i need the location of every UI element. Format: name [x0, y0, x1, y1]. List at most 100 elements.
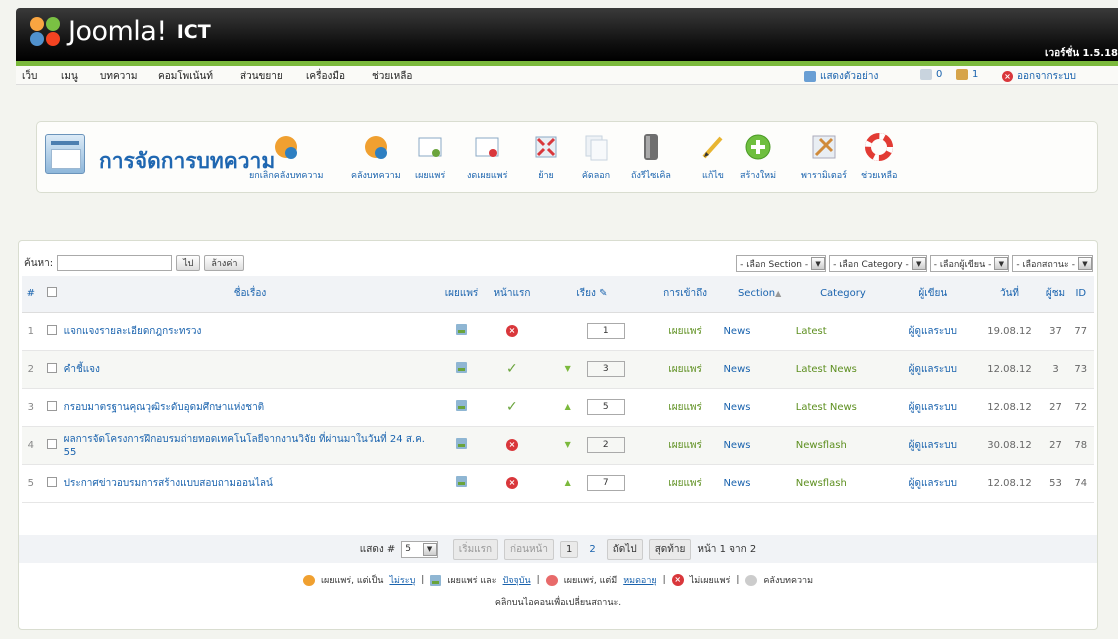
- col-section[interactable]: Section▲: [723, 276, 796, 313]
- not-frontpage-icon[interactable]: ×: [505, 477, 518, 489]
- category-link[interactable]: Latest News: [796, 402, 857, 413]
- order-input[interactable]: 7: [586, 475, 625, 491]
- section-link[interactable]: News: [723, 440, 750, 451]
- end-page-button[interactable]: สุดท้าย: [648, 538, 692, 560]
- order-input[interactable]: 2: [586, 437, 625, 453]
- help-button[interactable]: ช่วยเหลือ: [861, 132, 897, 182]
- col-frontpage[interactable]: หน้าแรก: [486, 276, 538, 313]
- publish-button[interactable]: เผยแพร่: [415, 132, 445, 182]
- page-1-button[interactable]: 1: [560, 540, 579, 558]
- prev-page-button[interactable]: ก่อนหน้า: [504, 538, 554, 560]
- section-link[interactable]: News: [723, 326, 750, 337]
- state-select[interactable]: - เลือกสถานะ - ▼: [1012, 255, 1093, 272]
- published-current-icon[interactable]: [456, 476, 468, 487]
- order-input[interactable]: 1: [586, 323, 625, 339]
- category-select[interactable]: - เลือก Category - ▼: [829, 255, 927, 272]
- not-frontpage-icon[interactable]: ×: [505, 439, 518, 451]
- article-title-link[interactable]: ประกาศข่าวอบรมการสร้างแบบสอบถามออนไลน์: [64, 478, 273, 489]
- published-current-icon[interactable]: [456, 400, 468, 411]
- published-current-icon[interactable]: [456, 362, 468, 373]
- author-link[interactable]: ผู้ดูแลระบบ: [909, 326, 957, 337]
- published-current-icon[interactable]: [456, 324, 468, 335]
- row-checkbox[interactable]: [46, 438, 57, 449]
- article-title-link[interactable]: คำชี้แจง: [64, 364, 100, 375]
- col-date[interactable]: วันที่: [975, 276, 1044, 313]
- menu-tools[interactable]: เครื่องมือ: [306, 69, 345, 84]
- select-all-checkbox[interactable]: [46, 287, 57, 298]
- section-select[interactable]: - เลือก Section - ▼: [736, 255, 827, 272]
- copy-button[interactable]: คัดลอก: [581, 132, 611, 182]
- start-page-button[interactable]: เริ่มแรก: [452, 538, 499, 560]
- section-link[interactable]: News: [723, 364, 750, 375]
- archive-button[interactable]: คลังบทความ: [351, 132, 401, 182]
- article-title-link[interactable]: แจกแจงรายละเอียดกฎกระทรวง: [64, 326, 202, 337]
- display-limit-select[interactable]: 5 ▼: [401, 540, 438, 558]
- frontpage-check-icon[interactable]: ✓: [506, 399, 518, 415]
- trash-button[interactable]: ถังรีไซเคิล: [631, 132, 671, 182]
- category-link[interactable]: Newsflash: [796, 478, 847, 489]
- access-link[interactable]: เผยแพร่: [668, 364, 702, 375]
- move-up-icon[interactable]: ▲: [565, 402, 571, 411]
- users-online[interactable]: 1: [956, 69, 978, 80]
- section-link[interactable]: News: [723, 402, 750, 413]
- row-checkbox[interactable]: [46, 324, 57, 335]
- move-button[interactable]: ย้าย: [531, 132, 561, 182]
- unarchive-button[interactable]: ยกเลิกคลังบทความ: [249, 132, 323, 182]
- col-published[interactable]: เผยแพร่: [436, 276, 487, 313]
- access-link[interactable]: เผยแพร่: [668, 326, 702, 337]
- save-order-icon[interactable]: ✎: [599, 288, 607, 299]
- page-2-button[interactable]: 2: [584, 542, 600, 557]
- menu-extensions[interactable]: ส่วนขยาย: [240, 69, 283, 84]
- access-link[interactable]: เผยแพร่: [668, 440, 702, 451]
- reset-button[interactable]: ล้างค่า: [204, 255, 245, 271]
- col-id[interactable]: ID: [1067, 276, 1094, 313]
- access-link[interactable]: เผยแพร่: [668, 402, 702, 413]
- search-input[interactable]: [57, 255, 173, 271]
- legend-current: เผยแพร่ และ: [447, 576, 497, 586]
- menu-content[interactable]: บทความ: [100, 69, 137, 84]
- move-up-icon[interactable]: ▲: [565, 478, 571, 487]
- move-down-icon[interactable]: ▼: [565, 440, 571, 449]
- parameters-button[interactable]: พารามิเตอร์: [801, 132, 847, 182]
- new-button[interactable]: สร้างใหม่: [740, 132, 776, 182]
- next-page-button[interactable]: ถัดไป: [606, 538, 643, 560]
- row-checkbox[interactable]: [46, 362, 57, 373]
- published-current-icon[interactable]: [456, 438, 468, 449]
- category-link[interactable]: Latest News: [796, 364, 857, 375]
- go-button[interactable]: ไป: [176, 255, 201, 271]
- parameters-label: พารามิเตอร์: [801, 171, 847, 181]
- menu-help[interactable]: ช่วยเหลือ: [372, 69, 412, 84]
- edit-button[interactable]: แก้ไข: [698, 132, 728, 182]
- row-checkbox[interactable]: [46, 400, 57, 411]
- author-link[interactable]: ผู้ดูแลระบบ: [909, 364, 957, 375]
- article-title-link[interactable]: ผลการจัดโครงการฝึกอบรมถ่ายทอดเทคโนโลยีจา…: [64, 434, 425, 458]
- category-link[interactable]: Latest: [796, 326, 827, 337]
- frontpage-check-icon[interactable]: ✓: [506, 361, 518, 377]
- col-category[interactable]: Category: [795, 276, 891, 313]
- messages-link[interactable]: 0: [920, 69, 942, 80]
- access-link[interactable]: เผยแพร่: [668, 478, 702, 489]
- move-down-icon[interactable]: ▼: [565, 364, 571, 373]
- author-link[interactable]: ผู้ดูแลระบบ: [909, 440, 957, 451]
- logout-link[interactable]: × ออกจากระบบ: [1002, 69, 1076, 84]
- row-checkbox[interactable]: [46, 476, 57, 487]
- order-input[interactable]: 3: [586, 361, 625, 377]
- section-link[interactable]: News: [723, 478, 750, 489]
- unpublish-button[interactable]: งดเผยแพร่: [467, 132, 507, 182]
- menu-components[interactable]: คอมโพเน้นท์: [158, 69, 213, 84]
- col-hits[interactable]: ผู้ชม: [1043, 276, 1068, 313]
- col-title[interactable]: ชื่อเรื่อง: [63, 276, 437, 313]
- menu-site[interactable]: เว็บ: [22, 69, 37, 84]
- author-link[interactable]: ผู้ดูแลระบบ: [909, 478, 957, 489]
- order-input[interactable]: 5: [586, 399, 625, 415]
- col-access[interactable]: การเข้าถึง: [646, 276, 724, 313]
- col-author[interactable]: ผู้เขียน: [890, 276, 976, 313]
- article-title-link[interactable]: กรอบมาตรฐานคุณวุฒิระดับอุดมศึกษาแห่งชาติ: [64, 402, 265, 413]
- not-frontpage-icon[interactable]: ×: [505, 325, 518, 337]
- author-select[interactable]: - เลือกผู้เขียน - ▼: [929, 255, 1010, 272]
- author-link[interactable]: ผู้ดูแลระบบ: [909, 402, 957, 413]
- col-order[interactable]: เรียง ✎: [537, 276, 647, 313]
- menu-menus[interactable]: เมนู: [61, 69, 78, 84]
- preview-link[interactable]: แสดงตัวอย่าง: [804, 69, 878, 84]
- category-link[interactable]: Newsflash: [796, 440, 847, 451]
